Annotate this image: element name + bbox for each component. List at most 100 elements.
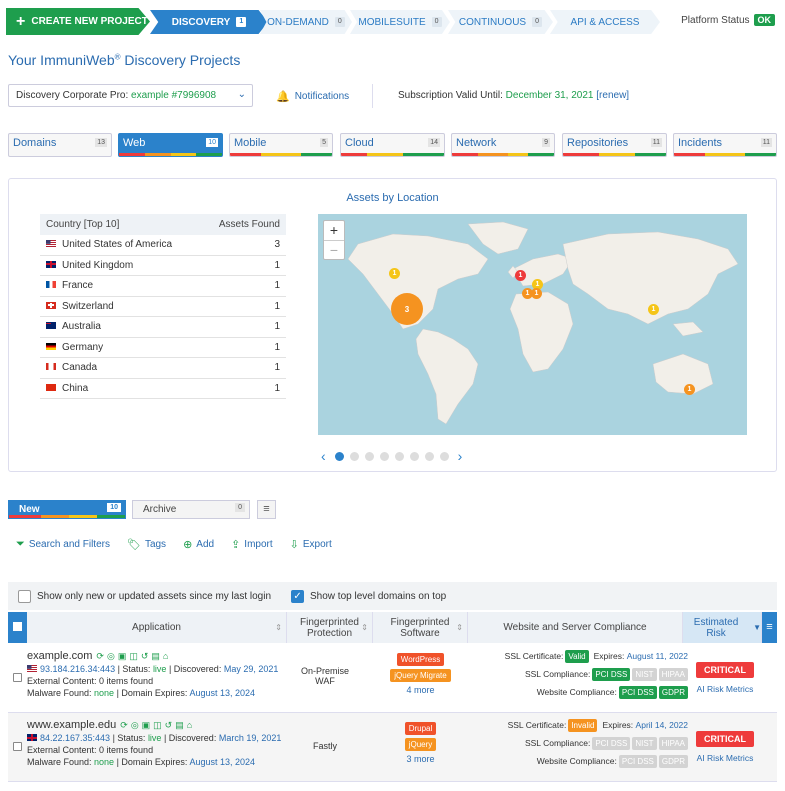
risk-badge[interactable]: CRITICAL	[696, 731, 754, 747]
domain-expires-date: August 13, 2024	[189, 688, 255, 698]
export-button[interactable]: ⇩ Export	[290, 538, 332, 551]
risk-bar-segment	[477, 153, 509, 156]
add-button[interactable]: ⊕ Add	[183, 538, 214, 551]
pager-dot[interactable]	[394, 451, 404, 461]
table-row[interactable]: www.example.edu ⟳◎▣◫↺▤⌂ 84.22.167.35:443 |…	[8, 713, 777, 782]
category-tab-cloud[interactable]: Cloud 14	[340, 133, 445, 157]
software-tag[interactable]: jQuery Migrate	[390, 669, 451, 682]
columns-menu-icon[interactable]: ≡	[762, 612, 777, 643]
software-tag[interactable]: Drupal	[404, 722, 437, 735]
tab-api-access[interactable]: API & ACCESS	[550, 10, 660, 34]
risk-bar-segment	[674, 153, 705, 156]
platform-status: Platform Status OK	[681, 14, 775, 26]
more-software-link[interactable]: 4 more	[373, 685, 468, 695]
more-software-link[interactable]: 3 more	[373, 754, 468, 764]
top-level-checkbox[interactable]: ✓	[291, 589, 305, 603]
country-cell: United States of America	[46, 239, 172, 250]
col-risk[interactable]: Estimated Risk ▼	[683, 612, 762, 643]
chevron-right-icon[interactable]: ›	[458, 448, 463, 464]
zoom-in-button[interactable]: +	[324, 221, 344, 240]
asset-action-icons[interactable]: ⟳◎▣◫↺▤⌂	[120, 720, 195, 730]
ai-risk-link[interactable]: AI Risk Metrics	[692, 684, 758, 694]
ip-address[interactable]: 84.22.167.35:443	[40, 733, 110, 743]
category-tab-repositories[interactable]: Repositories 11	[562, 133, 667, 157]
table-row[interactable]: example.com ⟳◎▣◫↺▤⌂ 93.184.216.34:443 | St…	[8, 644, 777, 713]
category-count: 11	[650, 138, 662, 147]
domain-expires-label: Domain Expires:	[121, 757, 190, 767]
ssl-cert-label: SSL Certificate:	[507, 720, 567, 730]
create-project-button[interactable]: + CREATE NEW PROJECT	[6, 8, 150, 35]
pager-dot[interactable]	[379, 451, 389, 461]
tab-archive[interactable]: Archive 0	[132, 500, 250, 519]
tags-button[interactable]: 🏷 Tags	[127, 538, 166, 551]
category-tab-domains[interactable]: Domains 13	[8, 133, 112, 157]
tab-continuous[interactable]: CONTINUOUS 0	[448, 10, 553, 34]
col-application[interactable]: Application ⇕	[27, 612, 287, 643]
tab-mobilesuite[interactable]: MOBILESUITE 0	[350, 10, 450, 34]
col-label: Website and Server Compliance	[503, 622, 647, 633]
row-checkbox[interactable]	[13, 673, 22, 682]
country-cell: United Kingdom	[46, 260, 133, 271]
tab-on-demand[interactable]: ON-DEMAND 0	[260, 10, 352, 34]
ssl-expires-date: August 11, 2022	[626, 651, 688, 661]
asset-action-icons[interactable]: ⟳◎▣◫↺▤⌂	[96, 651, 171, 661]
import-button[interactable]: ⇪ Import	[231, 538, 273, 551]
pager-dot[interactable]	[409, 451, 419, 461]
sort-desc-icon: ▼	[753, 623, 761, 632]
hamburger-menu-icon[interactable]: ≡	[257, 500, 276, 519]
only-new-checkbox[interactable]	[18, 589, 31, 603]
page-title-text: Your ImmuniWeb	[8, 52, 115, 68]
ip-address[interactable]: 93.184.216.34:443	[40, 664, 115, 674]
tab-discovery[interactable]: DISCOVERY 1	[150, 10, 268, 34]
assets-location-panel: Assets by Location Country [Top 10] Asse…	[8, 178, 777, 472]
map-marker[interactable]: 1	[389, 268, 400, 279]
category-tab-mobile[interactable]: Mobile 5	[229, 133, 333, 157]
map-marker[interactable]: 1	[684, 384, 695, 395]
notifications-link[interactable]: 🔔 Notifications	[276, 90, 349, 103]
chevron-left-icon[interactable]: ‹	[321, 448, 326, 464]
category-tab-network[interactable]: Network 9	[451, 133, 555, 157]
category-tab-web[interactable]: Web 10	[118, 133, 223, 157]
project-select[interactable]: Discovery Corporate Pro: example #799690…	[8, 84, 253, 107]
tab-new[interactable]: New 10	[8, 500, 126, 519]
domain-link[interactable]: www.example.edu	[27, 719, 116, 731]
category-count: 9	[542, 138, 550, 147]
status-label: Status:	[122, 664, 153, 674]
col-protection[interactable]: Fingerprinted Protection ⇕	[287, 612, 373, 643]
col-software[interactable]: Fingerprinted Software ⇕	[373, 612, 468, 643]
pager-dot[interactable]	[439, 451, 449, 461]
asset-count: 1	[274, 362, 280, 374]
renew-link[interactable]: [renew]	[596, 90, 629, 101]
zoom-out-button[interactable]: −	[324, 240, 344, 259]
software-tag[interactable]: WordPress	[396, 653, 445, 666]
checkbox-box	[13, 622, 22, 631]
category-label: Mobile	[234, 137, 267, 149]
pager-dot[interactable]	[364, 451, 374, 461]
select-all-checkbox[interactable]	[8, 612, 27, 643]
nist-badge: NIST	[632, 736, 657, 750]
flag-fr-icon	[46, 281, 56, 289]
sort-icon: ⇕	[275, 623, 282, 632]
map-marker[interactable]: 3	[391, 293, 423, 325]
pager-dot[interactable]	[349, 451, 359, 461]
world-map[interactable]: + − 1 3 1 1 1 1 1 1	[318, 214, 747, 435]
pager-dot[interactable]	[334, 451, 344, 461]
map-marker[interactable]: 1	[648, 304, 659, 315]
status-badge: OK	[753, 14, 775, 26]
map-zoom-controls: + −	[323, 220, 345, 260]
search-filters-button[interactable]: ⏷ Search and Filters	[16, 538, 110, 551]
risk-bar-segment	[528, 153, 554, 156]
software-tag[interactable]: jQuery	[404, 738, 437, 751]
page-title: Your ImmuniWeb® Discovery Projects	[8, 52, 240, 68]
map-marker[interactable]: 1	[515, 270, 526, 281]
risk-badge[interactable]: CRITICAL	[696, 662, 754, 678]
map-marker[interactable]: 1	[531, 288, 542, 299]
pager-dot[interactable]	[424, 451, 434, 461]
sort-icon: ⇕	[456, 623, 463, 632]
risk-cell: CRITICAL AI Risk Metrics	[692, 731, 758, 763]
row-checkbox[interactable]	[13, 742, 22, 751]
category-tab-incidents[interactable]: Incidents 11	[673, 133, 777, 157]
domain-link[interactable]: example.com	[27, 650, 92, 662]
only-new-label: Show only new or updated assets since my…	[37, 590, 272, 602]
ai-risk-link[interactable]: AI Risk Metrics	[692, 753, 758, 763]
